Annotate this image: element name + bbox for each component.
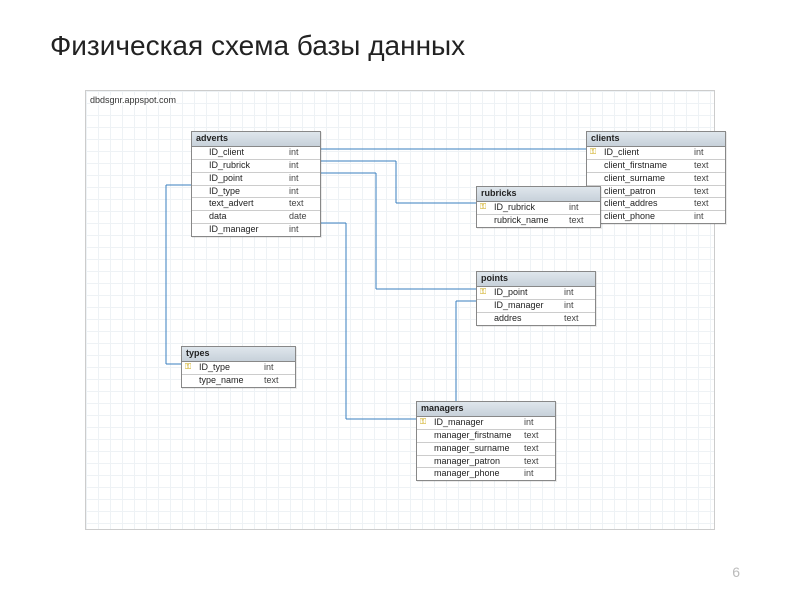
field-name: client_phone xyxy=(604,212,690,222)
field-type: text xyxy=(694,199,722,209)
table-row[interactable]: client_addres text xyxy=(587,198,725,211)
field-name: ID_manager xyxy=(209,225,285,235)
key-icon: ⚿ xyxy=(185,363,195,372)
field-type: int xyxy=(564,301,592,311)
table-header[interactable]: rubricks xyxy=(477,187,600,202)
field-name: type_name xyxy=(199,376,260,386)
field-name: ID_type xyxy=(209,187,285,197)
field-name: client_patron xyxy=(604,187,690,197)
table-row[interactable]: ID_rubrick int xyxy=(192,160,320,173)
field-type: int xyxy=(289,174,317,184)
field-name: ID_point xyxy=(494,288,560,298)
key-icon: ⚿ xyxy=(590,148,600,157)
table-header[interactable]: managers xyxy=(417,402,555,417)
table-points[interactable]: points⚿ID_pointintID_managerintaddrestex… xyxy=(476,271,596,326)
table-row[interactable]: ID_client int xyxy=(192,147,320,160)
field-type: int xyxy=(289,225,317,235)
table-header[interactable]: types xyxy=(182,347,295,362)
field-type: int xyxy=(264,363,292,373)
field-name: ID_rubrick xyxy=(209,161,285,171)
table-row[interactable]: ⚿ ID_type int xyxy=(182,362,295,375)
field-name: rubrick_name xyxy=(494,216,565,226)
field-name: ID_manager xyxy=(494,301,560,311)
table-adverts[interactable]: advertsID_clientintID_rubrickintID_point… xyxy=(191,131,321,237)
table-row[interactable]: ID_point int xyxy=(192,173,320,186)
table-row[interactable]: ID_manager int xyxy=(477,300,595,313)
table-row[interactable]: ⚿ ID_client int xyxy=(587,147,725,160)
field-name: ID_rubrick xyxy=(494,203,565,213)
table-row[interactable]: client_firstname text xyxy=(587,160,725,173)
table-row[interactable]: manager_phone int xyxy=(417,468,555,480)
table-row[interactable]: manager_surname text xyxy=(417,443,555,456)
field-name: ID_point xyxy=(209,174,285,184)
table-row[interactable]: client_surname text xyxy=(587,173,725,186)
key-icon: ⚿ xyxy=(480,288,490,297)
table-row[interactable]: data date xyxy=(192,211,320,224)
field-type: text xyxy=(524,444,552,454)
field-name: ID_client xyxy=(604,148,690,158)
key-icon: ⚿ xyxy=(480,203,490,212)
field-name: addres xyxy=(494,314,560,324)
table-rubricks[interactable]: rubricks⚿ ID_rubrick int rubrick_name text xyxy=(476,186,601,228)
table-row[interactable]: ⚿ ID_manager int xyxy=(417,417,555,430)
field-type: int xyxy=(694,148,722,158)
field-type: text xyxy=(264,376,292,386)
table-row[interactable]: ⚿ ID_point int xyxy=(477,287,595,300)
table-row[interactable]: client_phone int xyxy=(587,211,725,223)
table-clients[interactable]: clients⚿ID_clientintclient_firstnametext… xyxy=(586,131,726,224)
field-type: int xyxy=(289,187,317,197)
field-name: ID_client xyxy=(209,148,285,158)
table-header[interactable]: clients xyxy=(587,132,725,147)
field-type: text xyxy=(694,174,722,184)
field-type: text xyxy=(524,431,552,441)
field-name: manager_firstname xyxy=(434,431,520,441)
field-name: client_firstname xyxy=(604,161,690,171)
field-type: text xyxy=(289,199,317,209)
field-type: text xyxy=(524,457,552,467)
field-name: client_addres xyxy=(604,199,690,209)
field-name: manager_phone xyxy=(434,469,520,479)
field-name: ID_type xyxy=(199,363,260,373)
table-row[interactable]: manager_patron text xyxy=(417,456,555,469)
field-type: text xyxy=(569,216,597,226)
field-type: int xyxy=(289,161,317,171)
table-row[interactable]: addres text xyxy=(477,313,595,325)
field-type: text xyxy=(694,161,722,171)
table-row[interactable]: ID_type int xyxy=(192,186,320,199)
table-row[interactable]: manager_firstname text xyxy=(417,430,555,443)
key-icon: ⚿ xyxy=(420,418,430,427)
table-header[interactable]: points xyxy=(477,272,595,287)
field-name: client_surname xyxy=(604,174,690,184)
page-number: 6 xyxy=(732,564,740,580)
field-name: text_advert xyxy=(209,199,285,209)
table-header[interactable]: adverts xyxy=(192,132,320,147)
table-managers[interactable]: managers⚿ID_managerintmanager_firstnamet… xyxy=(416,401,556,481)
field-name: data xyxy=(209,212,285,222)
field-name: manager_surname xyxy=(434,444,520,454)
page-title: Физическая схема базы данных xyxy=(50,30,465,62)
field-type: text xyxy=(564,314,592,324)
diagram-canvas: dbdsgnr.appspot.com advertsID_clientintI… xyxy=(85,90,715,530)
source-label: dbdsgnr.appspot.com xyxy=(90,95,176,105)
field-name: manager_patron xyxy=(434,457,520,467)
field-type: int xyxy=(524,418,552,428)
table-row[interactable]: ⚿ ID_rubrick int xyxy=(477,202,600,215)
field-type: int xyxy=(289,148,317,158)
field-type: int xyxy=(569,203,597,213)
table-row[interactable]: rubrick_name text xyxy=(477,215,600,227)
field-name: ID_manager xyxy=(434,418,520,428)
field-type: int xyxy=(524,469,552,479)
table-row[interactable]: type_name text xyxy=(182,375,295,387)
field-type: text xyxy=(694,187,722,197)
table-row[interactable]: client_patron text xyxy=(587,186,725,199)
field-type: int xyxy=(564,288,592,298)
table-row[interactable]: ID_manager int xyxy=(192,224,320,236)
field-type: int xyxy=(694,212,722,222)
table-row[interactable]: text_advert text xyxy=(192,198,320,211)
table-types[interactable]: types⚿ ID_type int type_name text xyxy=(181,346,296,388)
field-type: date xyxy=(289,212,317,222)
